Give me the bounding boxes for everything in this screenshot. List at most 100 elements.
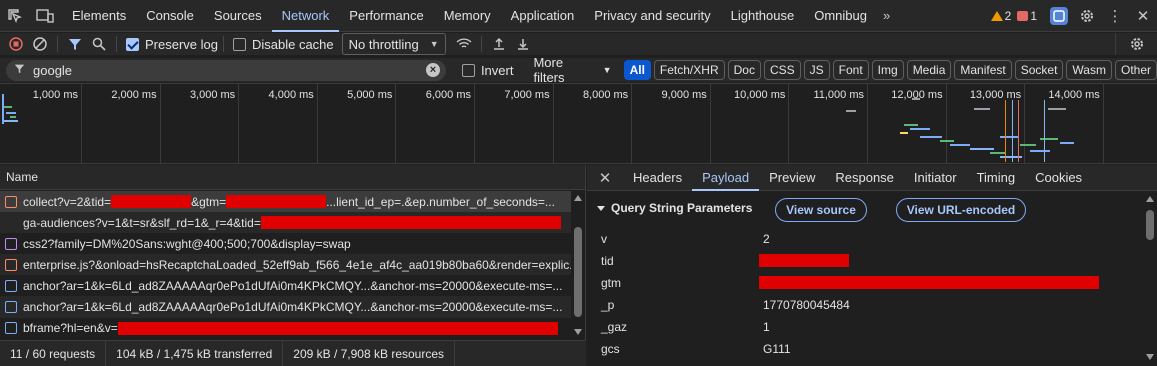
- error-icon: [1017, 11, 1029, 21]
- clear-filter-icon[interactable]: ×: [425, 62, 440, 77]
- tab-application[interactable]: Application: [501, 0, 585, 32]
- tab-console[interactable]: Console: [136, 0, 204, 32]
- network-toolbar: Preserve log Disable cache No throttling…: [0, 33, 1157, 55]
- network-settings-icon[interactable]: [1115, 33, 1157, 55]
- doc-resource-icon: [5, 301, 17, 314]
- filter-chip-socket[interactable]: Socket: [1014, 60, 1064, 80]
- redaction-block: [117, 321, 558, 335]
- tab-sources[interactable]: Sources: [204, 0, 272, 32]
- param-key: tid: [601, 254, 614, 268]
- tab-privacy-and-security[interactable]: Privacy and security: [584, 0, 720, 32]
- view-url-encoded-button[interactable]: View URL-encoded: [896, 198, 1026, 222]
- scroll-down-icon[interactable]: [574, 329, 582, 335]
- request-row[interactable]: anchor?ar=1&k=6Ld_ad8ZAAAAAqr0ePo1dUfAi0…: [0, 275, 572, 296]
- filter-chip-all[interactable]: All: [623, 60, 651, 80]
- disable-cache-checkbox[interactable]: Disable cache: [232, 37, 334, 52]
- search-icon[interactable]: [87, 33, 111, 55]
- filter-chip-fetch-xhr[interactable]: Fetch/XHR: [653, 60, 725, 80]
- scroll-up-icon[interactable]: [1146, 196, 1154, 202]
- more-filters-dropdown[interactable]: More filters ▼: [533, 55, 611, 85]
- omnibug-extension-icon[interactable]: [1045, 0, 1073, 32]
- filter-chip-wasm[interactable]: Wasm: [1066, 60, 1112, 80]
- detail-scrollbar[interactable]: [1143, 192, 1157, 366]
- filter-chip-img[interactable]: Img: [871, 60, 904, 80]
- filter-chip-doc[interactable]: Doc: [727, 60, 761, 80]
- timeline-waterfall-bars: [2, 94, 1074, 162]
- request-row[interactable]: css2?family=DM%20Sans:wght@400;500;700&d…: [0, 233, 572, 254]
- filter-chip-font[interactable]: Font: [832, 60, 869, 80]
- scrollbar-thumb[interactable]: [1146, 210, 1154, 240]
- tab-elements[interactable]: Elements: [62, 0, 136, 32]
- request-name: bframe?hl=en&v=: [23, 321, 118, 336]
- detail-tab-timing[interactable]: Timing: [967, 165, 1026, 191]
- import-har-icon[interactable]: [487, 33, 511, 55]
- tab-lighthouse[interactable]: Lighthouse: [721, 0, 805, 32]
- detail-tab-payload[interactable]: Payload: [692, 165, 760, 191]
- filter-input[interactable]: google ×: [6, 59, 446, 81]
- doc-resource-icon: [5, 279, 17, 292]
- tab-network[interactable]: Network: [271, 0, 340, 32]
- dropdown-arrow-icon: ▼: [429, 39, 439, 49]
- param-key: _p: [601, 298, 615, 312]
- network-status-bar: 11 / 60 requests 104 kB / 1,475 kB trans…: [0, 340, 586, 366]
- settings-gear-icon[interactable]: [1073, 0, 1101, 32]
- detail-tab-initiator[interactable]: Initiator: [904, 165, 967, 191]
- checkbox-unchecked[interactable]: [232, 37, 246, 51]
- request-row[interactable]: enterprise.js?&onload=hsRecaptchaLoaded_…: [0, 254, 572, 276]
- clear-log-icon[interactable]: [28, 33, 52, 55]
- throttling-select[interactable]: No throttling ▼: [341, 33, 446, 55]
- column-header-label: Name: [6, 170, 39, 184]
- redaction-block: [226, 195, 327, 209]
- more-tabs-icon[interactable]: »: [877, 8, 896, 23]
- param-key: gcs: [601, 342, 620, 356]
- detail-tab-preview[interactable]: Preview: [759, 165, 825, 191]
- scroll-down-icon[interactable]: [1146, 354, 1154, 360]
- checkbox-unchecked[interactable]: [461, 63, 475, 77]
- param-value: 1770780045484: [763, 298, 850, 312]
- tab-memory[interactable]: Memory: [434, 0, 501, 32]
- request-row[interactable]: collect?v=2&tid= &gtm= ...lient_id_ep=.&ep…: [0, 191, 572, 213]
- timeline-overview[interactable]: 1,000 ms 2,000 ms 3,000 ms 4,000 ms 5,000 ms…: [0, 83, 1157, 164]
- filter-chip-other[interactable]: Other: [1114, 60, 1157, 80]
- invert-checkbox[interactable]: Invert: [461, 63, 513, 78]
- query-string-section-header[interactable]: Query String Parameters: [597, 201, 752, 215]
- checkbox-checked[interactable]: [126, 37, 139, 51]
- export-har-icon[interactable]: [511, 33, 535, 55]
- divider: [222, 36, 224, 52]
- collapse-arrow-icon[interactable]: [597, 205, 605, 211]
- request-list-scrollbar[interactable]: [571, 191, 585, 339]
- filter-chip-media[interactable]: Media: [906, 60, 952, 80]
- detail-tab-headers[interactable]: Headers: [623, 165, 692, 191]
- filter-chip-css[interactable]: CSS: [763, 60, 801, 80]
- scroll-up-icon[interactable]: [574, 195, 582, 201]
- filter-chip-js[interactable]: JS: [803, 60, 830, 80]
- column-header-name[interactable]: Name: [0, 165, 585, 190]
- inspect-element-icon[interactable]: [0, 0, 30, 32]
- tab-omnibug[interactable]: Omnibug: [804, 0, 877, 32]
- filter-chip-manifest[interactable]: Manifest: [954, 60, 1012, 80]
- filter-funnel-icon[interactable]: [63, 33, 87, 55]
- view-source-button[interactable]: View source: [775, 198, 867, 222]
- request-count: 11 / 60 requests: [0, 340, 107, 366]
- warning-icon: [990, 11, 1003, 21]
- network-conditions-icon[interactable]: [452, 33, 476, 55]
- issues-badge[interactable]: 2 1: [990, 9, 1037, 23]
- detail-tab-cookies[interactable]: Cookies: [1025, 165, 1092, 191]
- blank-icon: [5, 217, 17, 229]
- request-row[interactable]: ga-audiences?v=1&t=sr&slf_rd=1&_r=4&tid=: [0, 212, 572, 234]
- scrollbar-thumb[interactable]: [574, 227, 582, 317]
- record-stop-icon[interactable]: [4, 33, 28, 55]
- resource-type-filters: All Fetch/XHR Doc CSS JS Font Img Media Manifest…: [623, 60, 1157, 80]
- request-row[interactable]: bframe?hl=en&v=: [0, 318, 572, 339]
- device-toolbar-icon[interactable]: [30, 0, 60, 32]
- detail-tabs: ✕ Headers Payload Preview Response Initiator…: [587, 165, 1157, 191]
- param-value: G111: [763, 342, 791, 356]
- tab-performance[interactable]: Performance: [339, 0, 433, 32]
- close-detail-icon[interactable]: ✕: [587, 169, 623, 187]
- preserve-log-checkbox[interactable]: Preserve log: [126, 37, 218, 52]
- divider: [57, 36, 58, 52]
- close-devtools-icon[interactable]: ✕: [1129, 0, 1157, 32]
- more-options-icon[interactable]: ⋮: [1101, 0, 1129, 32]
- request-row[interactable]: anchor?ar=1&k=6Ld_ad8ZAAAAAqr0ePo1dUfAi0…: [0, 296, 572, 318]
- detail-tab-response[interactable]: Response: [825, 165, 904, 191]
